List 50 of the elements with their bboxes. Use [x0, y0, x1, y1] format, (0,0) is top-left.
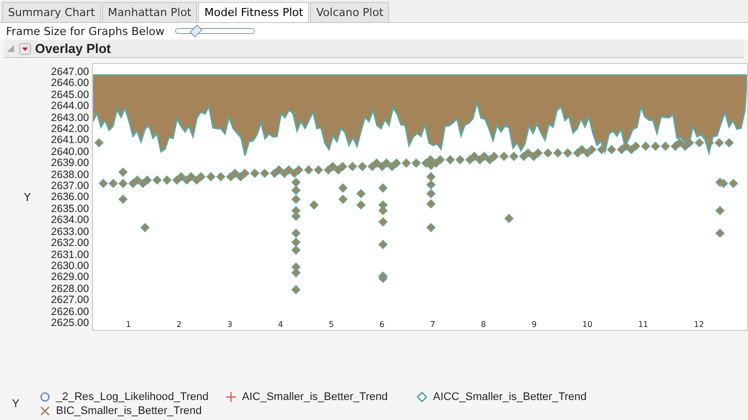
x-axis-label: 8: [480, 320, 486, 330]
tab[interactable]: Manhattan Plot: [102, 2, 198, 22]
x-axis-label: 3: [227, 320, 232, 330]
y-tick-label: 2644.00: [51, 101, 89, 112]
slider-thumb[interactable]: [190, 24, 202, 38]
y-tick-label: 2627.00: [51, 295, 89, 306]
x-axis-label: 2: [176, 320, 182, 330]
legend-label: BIC_Smaller_is_Better_Trend: [56, 405, 202, 417]
y-tick-label: 2626.00: [51, 306, 89, 318]
legend-label: AIC_Smaller_is_Better_Trend: [242, 391, 388, 403]
tab[interactable]: Summary Chart: [2, 2, 101, 22]
y-tick-label: 2647.00: [51, 67, 89, 78]
y-tick-label: 2640.00: [51, 146, 89, 158]
y-tick-label: 2629.00: [51, 272, 89, 284]
y-tick-label: 2632.00: [51, 238, 89, 250]
y-tick-label: 2625.00: [51, 318, 89, 329]
y-tick-label: 2643.00: [51, 112, 89, 124]
y-tick-label: 2631.00: [51, 250, 89, 260]
y-tick-label: 2634.00: [51, 215, 89, 226]
x-axis-label: 4: [278, 320, 284, 330]
dropdown-menu-icon[interactable]: [19, 42, 31, 54]
frame-size-label: Frame Size for Graphs Below: [6, 24, 165, 38]
y-tick-label: 2628.00: [51, 284, 89, 295]
x-axis-label: 1: [126, 320, 131, 330]
y-tick-label: 2636.00: [51, 192, 89, 204]
y-tick-label: 2630.00: [51, 260, 89, 272]
y-tick-label: 2641.00: [51, 135, 89, 146]
y-tick-label: 2645.00: [51, 90, 89, 101]
tab[interactable]: Volcano Plot: [310, 2, 390, 22]
legend-label: AICC_Smaller_is_Better_Trend: [433, 391, 587, 403]
y-axis-title: Y: [23, 190, 32, 204]
legend-title: Y: [12, 398, 20, 410]
x-axis-label: 9: [532, 320, 537, 330]
y-tick-label: 2646.00: [51, 78, 89, 90]
x-axis-label: 12: [694, 320, 704, 330]
x-axis-label: 5: [328, 320, 334, 330]
y-tick-label: 2633.00: [51, 226, 89, 238]
x-axis-label: 6: [379, 320, 384, 330]
legend-label: _2_Res_Log_Likelihood_Trend: [56, 391, 208, 403]
y-tick-label: 2639.00: [51, 158, 89, 170]
section-title: Overlay Plot: [35, 41, 111, 56]
y-tick-label: 2642.00: [51, 124, 89, 136]
y-tick-label: 2635.00: [51, 204, 89, 215]
tab[interactable]: Model Fitness Plot: [198, 2, 310, 22]
y-tick-label: 2637.00: [51, 181, 89, 192]
x-axis-label: 7: [430, 320, 436, 330]
y-tick-label: 2638.00: [51, 170, 89, 181]
x-axis-label: 10: [582, 320, 592, 330]
disclosure-triangle-icon[interactable]: [6, 44, 15, 53]
x-axis-label: 11: [638, 320, 648, 330]
